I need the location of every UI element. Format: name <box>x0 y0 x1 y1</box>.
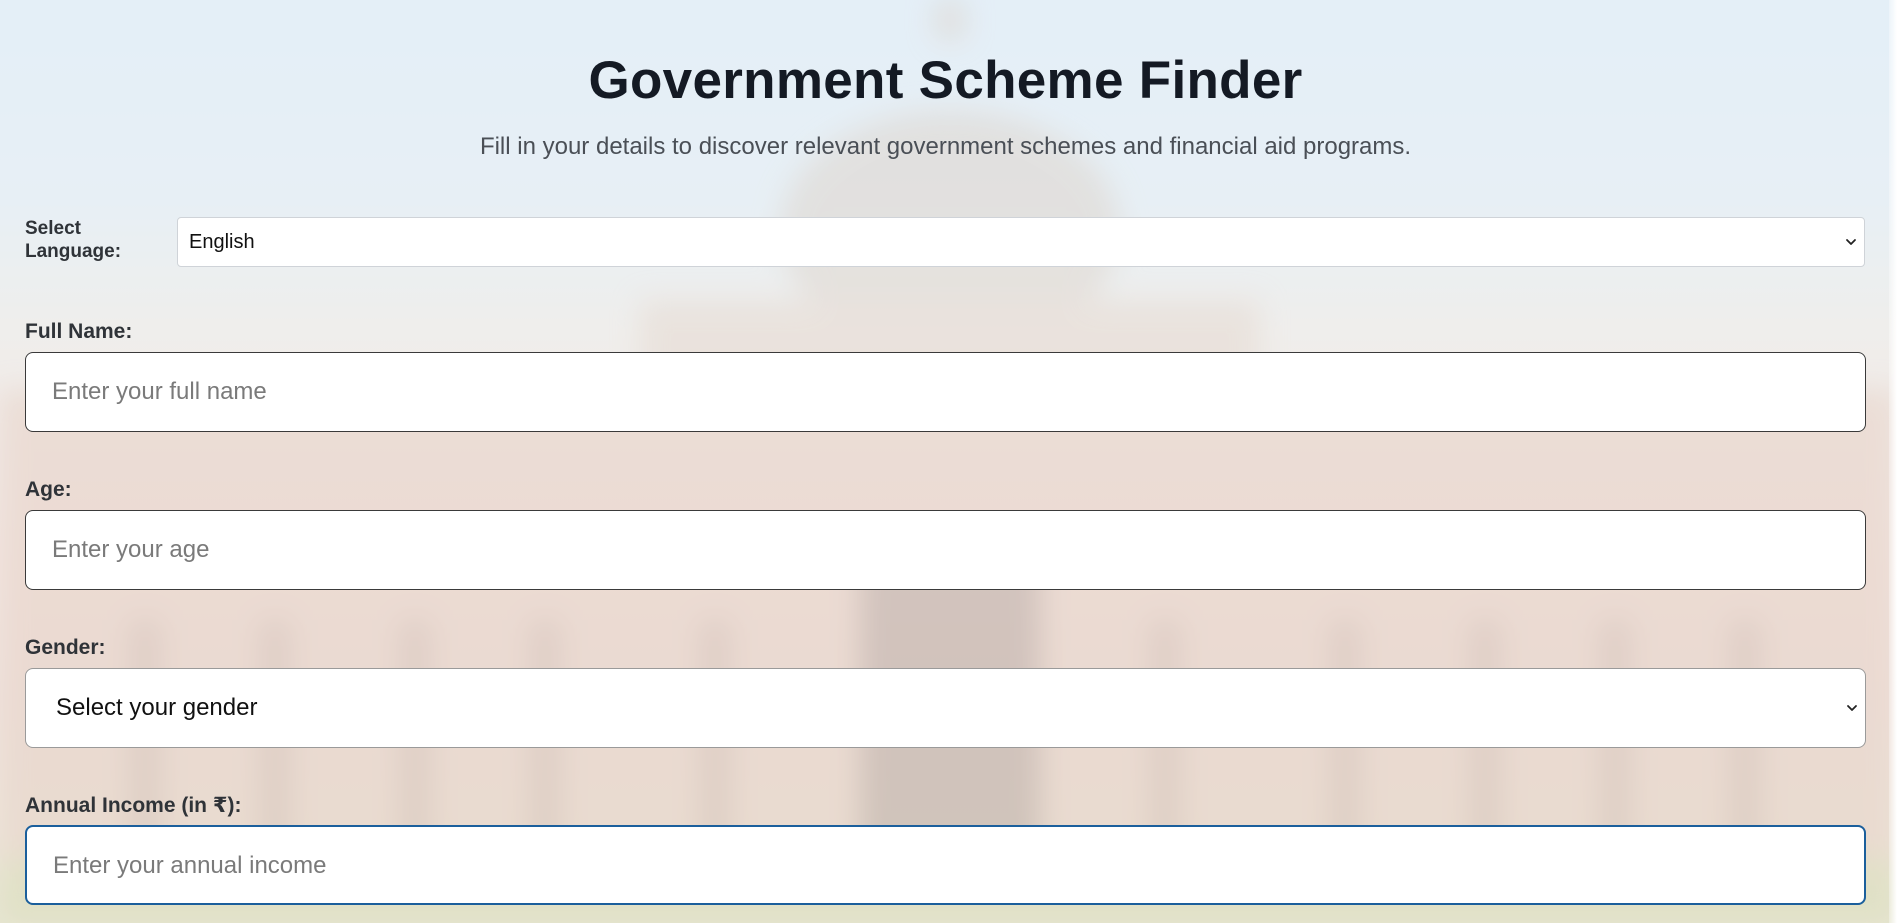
chevron-down-icon <box>1847 705 1857 711</box>
scrollbar-edge <box>1889 0 1897 923</box>
age-label: Age: <box>25 478 72 501</box>
age-placeholder: Enter your age <box>52 536 210 563</box>
gender-select[interactable]: Select your gender <box>25 668 1866 748</box>
annual-income-input[interactable]: Enter your annual income <box>25 825 1866 905</box>
page-title: Government Scheme Finder <box>588 51 1303 110</box>
language-label: Select Language: <box>25 217 165 263</box>
full-name-label: Full Name: <box>25 320 133 343</box>
chevron-down-icon <box>1846 239 1856 245</box>
gender-selected-value: Select your gender <box>56 694 258 721</box>
page-subtitle: Fill in your details to discover relevan… <box>479 133 1412 160</box>
annual-income-placeholder: Enter your annual income <box>53 852 327 879</box>
language-label-line1: Select <box>25 218 81 239</box>
language-label-line2: Language: <box>25 241 122 262</box>
annual-income-label: Annual Income (in ₹): <box>25 794 242 817</box>
language-select[interactable]: English <box>177 217 1865 267</box>
age-input[interactable]: Enter your age <box>25 510 1866 590</box>
gender-label: Gender: <box>25 636 106 659</box>
full-name-input[interactable]: Enter your full name <box>25 352 1866 432</box>
scheme-finder-form: Government Scheme Finder Fill in your de… <box>25 0 1866 923</box>
full-name-placeholder: Enter your full name <box>52 378 267 405</box>
language-row: Select Language: English <box>25 217 1866 269</box>
language-selected-value: English <box>189 231 255 253</box>
